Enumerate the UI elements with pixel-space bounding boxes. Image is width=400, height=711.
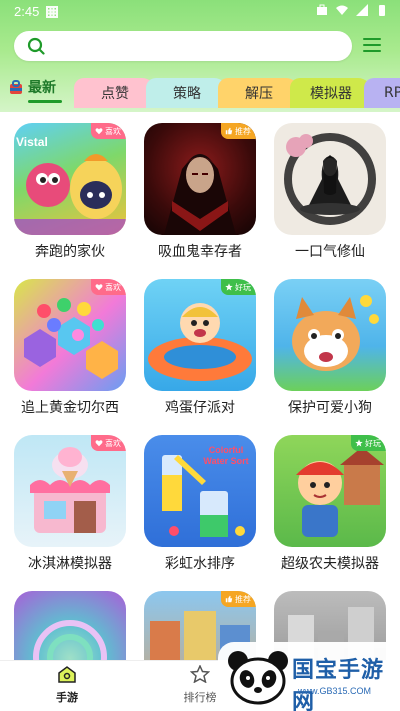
game-art (30, 447, 110, 533)
search-icon[interactable] (27, 37, 45, 55)
tab-strategy[interactable]: 策略 (146, 78, 228, 108)
tab-label: 点赞 (101, 86, 129, 102)
watermark-text: 国宝手游网 (292, 658, 385, 711)
game-title[interactable]: 保护可爱小狗 (264, 397, 396, 417)
game-title[interactable]: 冰淇淋模拟器 (4, 553, 136, 573)
heart-icon (95, 284, 103, 291)
nav-games[interactable]: 手游 (32, 665, 102, 705)
game-thumbnail[interactable]: 好玩 (144, 279, 256, 391)
game-grid: Vistal 喜欢 奔跑的家伙 推荐 吸血鬼幸存者 一口气修仙 喜欢 追上黄金切… (0, 112, 400, 660)
game-art (284, 133, 376, 225)
game-thumbnail[interactable]: Vistal 喜欢 (14, 123, 126, 235)
signal-icon (356, 4, 368, 16)
status-time: 2:45 (14, 4, 40, 19)
panda-logo-icon (228, 651, 288, 705)
status-badge: 喜欢 (91, 279, 126, 295)
search-input[interactable] (54, 31, 344, 61)
tab-label: 模拟器 (310, 86, 352, 102)
thumbnail-logo-text: Colorful Water Sort (203, 445, 249, 466)
star-icon (225, 283, 233, 291)
status-icons (316, 4, 388, 16)
tab-simulator[interactable]: 模拟器 (290, 78, 372, 108)
tab-latest[interactable]: 最新 (8, 74, 62, 103)
game-title[interactable]: 彩虹水排序 (134, 553, 266, 573)
app-grid-icon (46, 6, 58, 18)
game-title[interactable]: 一口气修仙 (264, 241, 396, 261)
watermark-url: www.GB315.COM (298, 686, 372, 696)
bag-icon (317, 4, 327, 15)
tab-likes[interactable]: 点赞 (74, 78, 156, 108)
heart-icon (95, 128, 103, 135)
game-title[interactable]: 追上黄金切尔西 (4, 397, 136, 417)
nav-label: 手游 (56, 691, 78, 704)
star-icon (355, 439, 363, 447)
game-thumbnail[interactable]: 推荐 (144, 123, 256, 235)
status-bar: 2:45 (0, 0, 400, 24)
thumbnail-logo-text: Vistal (16, 135, 48, 149)
game-art (24, 298, 118, 379)
game-thumbnail[interactable] (274, 279, 386, 391)
heart-icon (95, 440, 103, 447)
tab-label: RP (384, 85, 400, 101)
game-thumbnail[interactable] (14, 591, 126, 660)
game-title[interactable]: 鸡蛋仔派对 (134, 397, 266, 417)
status-badge: 推荐 (221, 591, 256, 607)
home-icon (58, 666, 76, 683)
status-badge: 好玩 (351, 435, 386, 451)
status-badge: 喜欢 (91, 435, 126, 451)
game-art (292, 295, 379, 371)
watermark: 国宝手游网 www.GB315.COM (218, 642, 400, 711)
status-badge: 好玩 (221, 279, 256, 295)
star-icon (189, 664, 211, 684)
game-thumbnail[interactable] (274, 123, 386, 235)
game-thumbnail[interactable]: 喜欢 (14, 435, 126, 547)
active-tab-indicator (28, 100, 62, 103)
bag-icon (10, 80, 22, 94)
game-thumbnail[interactable]: 喜欢 (14, 279, 126, 391)
wifi-icon (336, 5, 348, 15)
tab-relax[interactable]: 解压 (218, 78, 300, 108)
game-art (148, 303, 252, 381)
game-art (33, 620, 107, 660)
thumbs-up-icon (225, 595, 233, 603)
tab-label: 策略 (173, 86, 201, 102)
game-thumbnail[interactable]: 好玩 (274, 435, 386, 547)
game-art (164, 154, 236, 235)
game-title[interactable]: 超级农夫模拟器 (264, 553, 396, 573)
thumbs-up-icon (225, 127, 233, 135)
category-tabs: 最新 点赞 策略 解压 模拟器 RP (0, 72, 400, 112)
battery-icon (379, 5, 385, 16)
tab-rpg[interactable]: RP (364, 78, 400, 108)
tab-label: 解压 (245, 86, 273, 102)
game-art (296, 447, 384, 537)
menu-icon[interactable] (362, 36, 382, 54)
search-bar[interactable] (14, 31, 352, 61)
game-title[interactable]: 奔跑的家伙 (4, 241, 136, 261)
game-title[interactable]: 吸血鬼幸存者 (134, 241, 266, 261)
status-badge: 喜欢 (91, 123, 126, 139)
game-thumbnail[interactable]: Colorful Water Sort (144, 435, 256, 547)
tab-label: 最新 (28, 80, 56, 96)
status-badge: 推荐 (221, 123, 256, 139)
